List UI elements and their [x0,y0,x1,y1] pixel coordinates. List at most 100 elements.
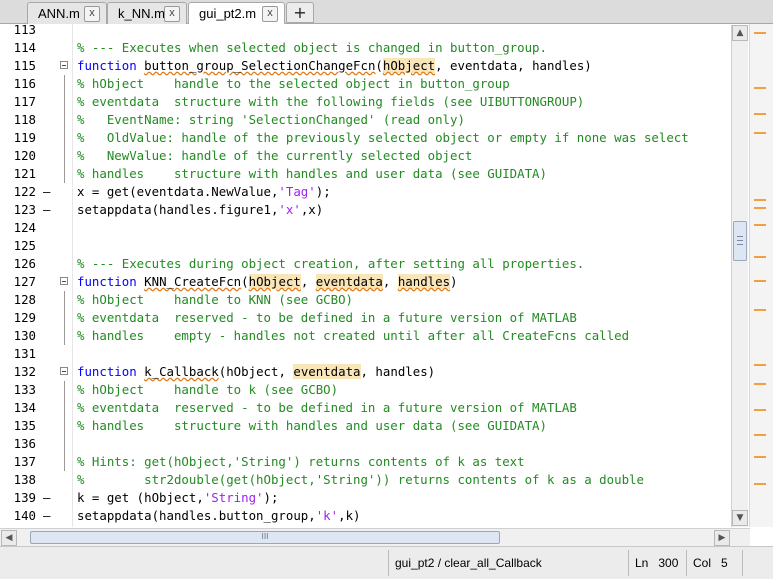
column-indicator: Col 5 [686,550,742,576]
scroll-down-icon[interactable]: ▼ [732,510,748,526]
fold-toggle-icon[interactable] [60,363,68,381]
warning-marker[interactable] [754,32,766,34]
code-fragment: setappdata(handles.button_group, [77,508,316,523]
line-number: 118 [13,112,36,127]
breakpoint-dash[interactable]: — [43,183,50,201]
comment-text: % handles structure with handles and use… [77,418,547,433]
warning-marker[interactable] [754,364,766,366]
vertical-scrollbar[interactable]: ▲ ▼ [731,25,748,527]
function-name: k_Callback [144,364,219,379]
comment-text: % NewValue: handle of the currently sele… [77,148,473,163]
code-line: 136 [0,435,750,453]
code-line: 125 [0,237,750,255]
comment-text: % eventdata structure with the following… [77,94,585,109]
code-fragment: (hObject, [218,364,294,379]
code-analyzer-marker-bar [749,24,773,527]
warning-marker[interactable] [754,456,766,458]
breakpoint-dash[interactable]: — [43,507,50,525]
line-number: 139 [13,490,36,505]
line-number: 136 [13,436,36,451]
fold-guide [64,291,65,345]
warning-marker[interactable] [754,224,766,226]
code-line: 119 % OldValue: handle of the previously … [0,129,750,147]
editor-tab-bar: ANN.m x k_NN.m x gui_pt2.m x + [0,0,773,25]
warning-marker[interactable] [754,113,766,115]
comment-text: % eventdata reserved - to be defined in … [77,400,577,415]
horizontal-scroll-thumb[interactable]: III [30,531,500,544]
string-literal: 'k' [315,508,339,523]
warning-marker[interactable] [754,280,766,282]
status-grip [742,550,773,576]
warning-marker[interactable] [754,483,766,485]
add-tab-button[interactable]: + [286,2,314,23]
tab-k-nn[interactable]: k_NN.m x [107,2,187,24]
breakpoint-dash[interactable]: — [43,489,50,507]
tab-label: ANN.m [38,6,80,21]
close-icon[interactable]: x [262,6,278,22]
highlighted-arg: handles [397,274,451,289]
line-label: Ln [635,556,649,570]
close-icon[interactable]: x [84,6,100,22]
line-number: 123 [13,202,36,217]
code-text: x = get(eventdata.NewValue,'Tag'); [77,183,331,201]
fold-toggle-icon[interactable] [60,273,68,291]
highlighted-arg: eventdata [293,364,361,379]
breakpoint-dash[interactable]: — [43,201,50,219]
line-number: 133 [13,382,36,397]
comment-text: % handles structure with handles and use… [77,166,547,181]
fold-toggle-icon[interactable] [60,57,68,75]
function-name: button_group_SelectionChangeFcn [144,58,376,73]
keyword: function [77,274,137,289]
line-number: 124 [13,220,36,235]
line-number: 122 [13,184,36,199]
line-number: 114 [13,40,36,55]
fold-guide [64,381,65,471]
scroll-up-icon[interactable]: ▲ [732,25,748,41]
string-literal: 'Tag' [278,184,316,199]
warning-marker[interactable] [754,132,766,134]
tab-gui-pt2[interactable]: gui_pt2.m x [188,2,285,25]
code-fragment: setappdata(handles.figure1, [77,202,279,217]
code-line: 117 % eventdata structure with the follow… [0,93,750,111]
comment-text: % --- Executes when selected object is c… [77,40,547,55]
line-number: 125 [13,238,36,253]
line-number: 130 [13,328,36,343]
warning-marker[interactable] [754,434,766,436]
highlighted-arg: eventdata [315,274,383,289]
line-number: 131 [13,346,36,361]
code-line: 122 — x = get(eventdata.NewValue,'Tag'); [0,183,750,201]
warning-marker[interactable] [754,256,766,258]
warning-marker[interactable] [754,409,766,411]
warning-marker[interactable] [754,199,766,201]
highlighted-arg: hObject [248,274,301,289]
comment-text: % Hints: get(hObject,'String') returns c… [77,454,525,469]
tab-ann[interactable]: ANN.m x [27,2,107,24]
code-line: 132 function k_Callback(hObject, eventdat… [0,363,750,381]
code-line: 139 — k = get (hObject,'String'); [0,489,750,507]
function-name: KNN_CreateFcn [144,274,242,289]
warning-marker[interactable] [754,207,766,209]
scroll-left-icon[interactable]: ◀ [1,530,17,546]
horizontal-scrollbar[interactable]: ◀ III ▶ [0,528,750,546]
code-fragment: ); [263,490,279,505]
warning-marker[interactable] [754,383,766,385]
highlighted-arg: hObject [382,58,436,73]
comment-text: % handles empty - handles not created un… [77,328,630,343]
code-line: 113 [0,24,750,39]
vertical-scroll-thumb[interactable] [733,221,747,261]
code-editor[interactable]: 113 114 % --- Executes when selected obje… [0,24,750,527]
scroll-right-icon[interactable]: ▶ [714,530,730,546]
code-fragment: x = get(eventdata.NewValue, [77,184,279,199]
column-label: Col [693,556,712,570]
close-icon[interactable]: x [164,6,180,22]
comment-text: % hObject handle to k (see GCBO) [77,382,339,397]
code-fragment: ,x) [300,202,324,217]
warning-marker[interactable] [754,87,766,89]
code-text: k = get (hObject,'String'); [77,489,278,507]
code-line: 118 % EventName: string 'SelectionChanged… [0,111,750,129]
string-literal: 'x' [278,202,301,217]
code-line: 134 % eventdata reserved - to be defined … [0,399,750,417]
warning-marker[interactable] [754,309,766,311]
line-number: 134 [13,400,36,415]
line-number: 115 [13,58,36,73]
